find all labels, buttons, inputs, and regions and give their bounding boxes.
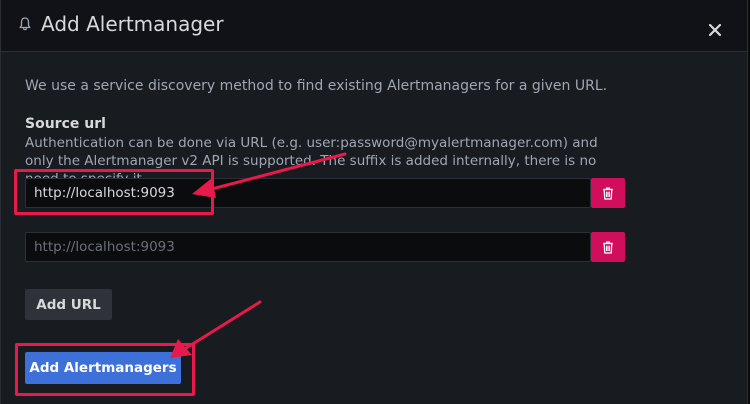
modal-header: Add Alertmanager [1, 0, 747, 52]
source-url-label: Source url [25, 116, 106, 132]
modal-title: Add Alertmanager [41, 12, 224, 36]
trash-icon [603, 240, 613, 254]
add-url-button[interactable]: Add URL [25, 289, 112, 320]
close-icon[interactable] [703, 18, 727, 42]
remove-url-button-2[interactable] [591, 232, 625, 262]
add-alertmanager-modal: Add Alertmanager We use a service discov… [0, 0, 748, 404]
remove-url-button-1[interactable] [591, 178, 625, 208]
modal-description: We use a service discovery method to fin… [25, 78, 608, 94]
bell-icon [19, 17, 31, 31]
alertmanager-url-input-2[interactable] [25, 232, 591, 262]
alertmanager-url-input-1[interactable] [25, 178, 591, 208]
trash-icon [603, 186, 613, 200]
add-alertmanagers-button[interactable]: Add Alertmanagers [25, 352, 181, 384]
